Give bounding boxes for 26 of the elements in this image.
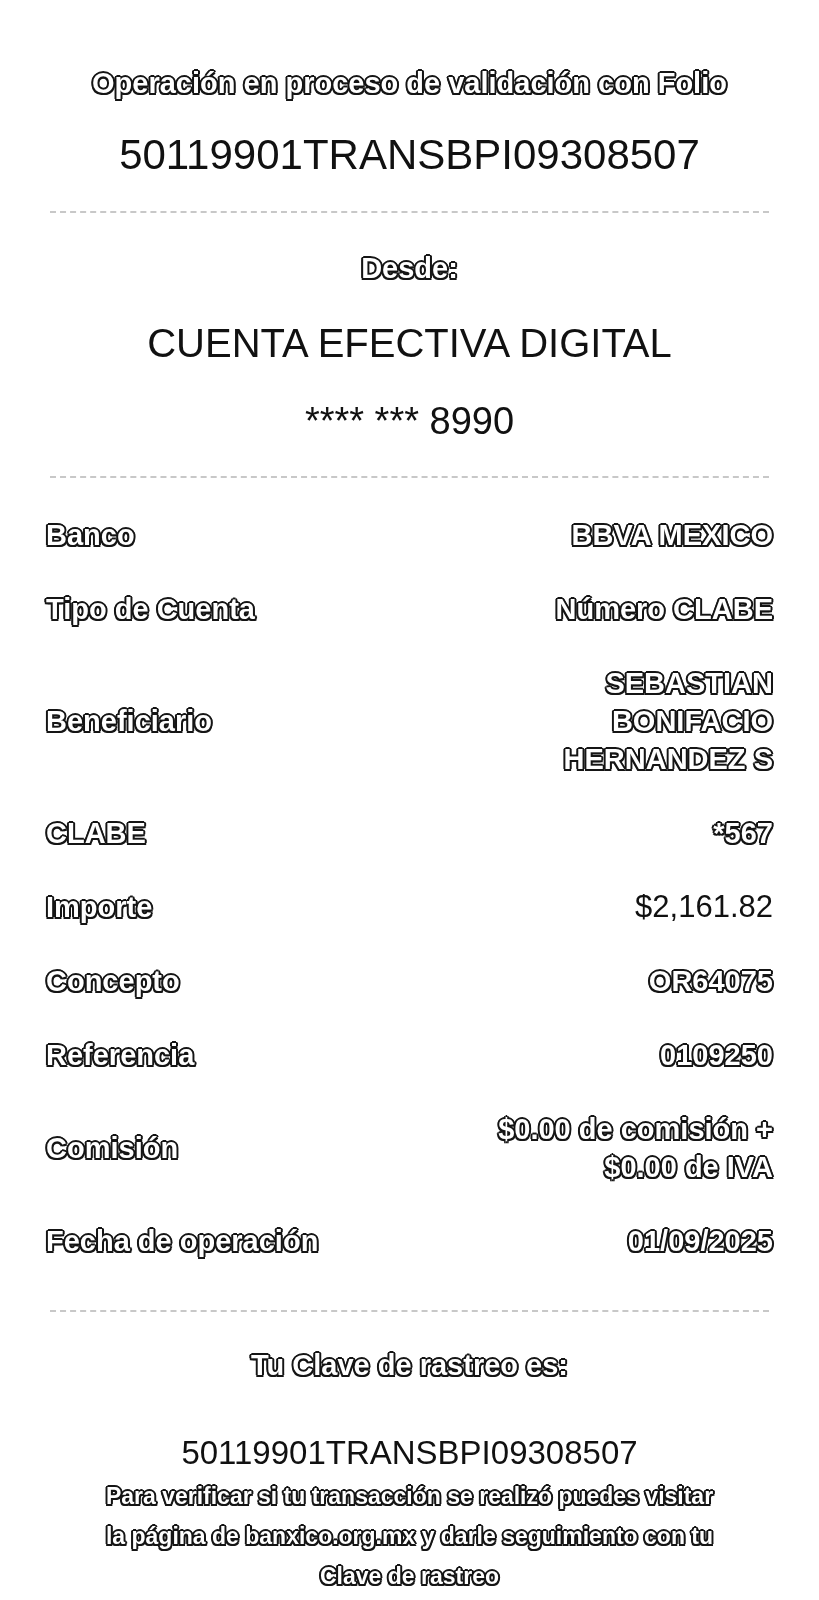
validation-status-title: Operación en proceso de validación con Folio bbox=[90, 66, 729, 102]
detail-label: Concepto bbox=[46, 964, 180, 1000]
detail-value: BBVA MEXICO bbox=[571, 518, 773, 553]
detail-label: Banco bbox=[46, 518, 135, 553]
account-name: CUENTA EFECTIVA DIGITAL bbox=[146, 320, 673, 366]
detail-label: Fecha de operación bbox=[46, 1224, 319, 1260]
detail-label: CLABE bbox=[46, 816, 146, 851]
detail-label: Tipo de Cuenta bbox=[46, 592, 255, 628]
detail-value: $2,161.82 bbox=[635, 888, 773, 926]
detail-label: Beneficiario bbox=[46, 704, 212, 739]
detail-value: Número CLABE bbox=[555, 592, 773, 627]
detail-label: Referencia bbox=[46, 1038, 195, 1073]
origin-label: Desde: bbox=[360, 251, 459, 286]
detail-value: $0.00 de comisión + $0.00 de IVA bbox=[495, 1112, 773, 1185]
detail-label: Importe bbox=[46, 890, 153, 926]
detail-value: 0109250 bbox=[660, 1038, 773, 1073]
verification-note: Para verificar si tu transacción se realizó puedes visitar la página de banxico.org.mx y darle seguimiento con tu Clave de rastreo bbox=[104, 1482, 716, 1591]
masked-account-number: **** *** 8990 bbox=[303, 399, 516, 443]
folio-number: 50119901TRANSBPI09308507 bbox=[118, 130, 701, 180]
detail-value: SEBASTIAN BONIFACIO HERNANDEZ S bbox=[562, 666, 773, 777]
tracking-key-label: Tu Clave de rastreo es: bbox=[248, 1348, 569, 1383]
detail-value: *567 bbox=[713, 816, 773, 851]
detail-value: 01/09/2025 bbox=[627, 1224, 773, 1259]
detail-label: Comisión bbox=[46, 1131, 179, 1166]
tracking-key: 50119901TRANSBPI09308507 bbox=[46, 1434, 773, 1472]
detail-value: OR64075 bbox=[648, 964, 773, 999]
